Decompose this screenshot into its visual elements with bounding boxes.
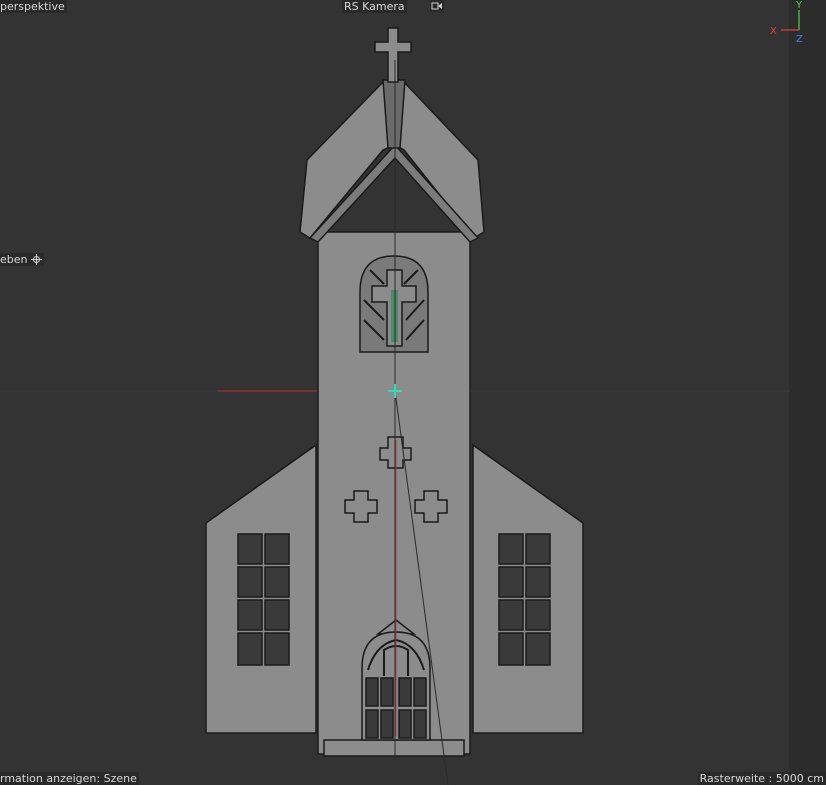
axis-y-label: Y (795, 0, 803, 11)
axis-x-label: X (770, 26, 777, 37)
axis-gizmo: Y X Z (770, 0, 803, 45)
axis-z-label: Z (796, 34, 803, 45)
move-cross-icon (30, 254, 42, 265)
viewport-canvas[interactable] (0, 0, 826, 785)
move-tool-label[interactable]: eben (0, 253, 44, 266)
move-tool-text: eben (0, 253, 28, 266)
grid-size-label: Rasterweite : 5000 cm (697, 772, 826, 785)
view-mode-label[interactable]: perspektive (0, 0, 67, 13)
info-label[interactable]: rmation anzeigen: Szene (0, 772, 139, 785)
camera-label[interactable]: RS Kamera (342, 0, 407, 13)
camera-lock-icon[interactable] (430, 0, 444, 12)
top-cross (374, 27, 412, 83)
